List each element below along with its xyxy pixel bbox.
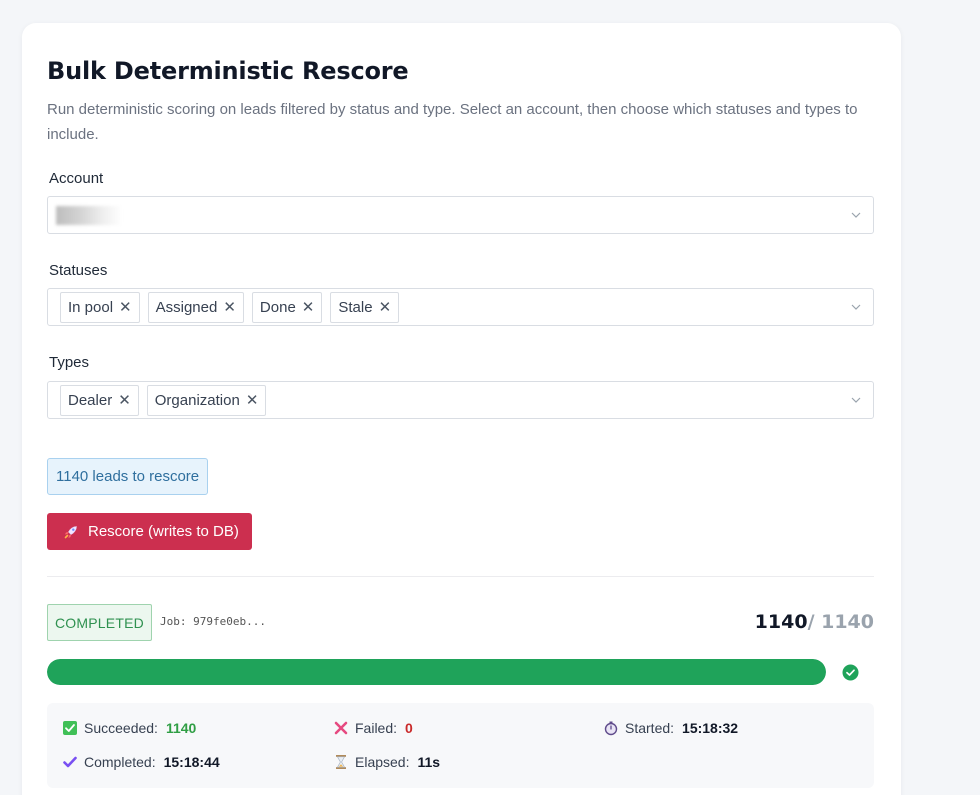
page-title: Bulk Deterministic Rescore <box>47 57 409 85</box>
stat-succeeded-value: 1140 <box>165 720 197 736</box>
account-value-redacted <box>56 206 122 225</box>
type-chip-organization: Organization ✕ <box>146 385 267 416</box>
chip-label: Stale <box>338 299 373 316</box>
remove-chip-icon[interactable]: ✕ <box>119 300 132 315</box>
chevron-down-icon <box>851 212 861 218</box>
stat-failed: Failed: 0 <box>333 720 413 736</box>
stat-completed-label: Completed: <box>84 754 156 770</box>
stat-succeeded-label: Succeeded: <box>84 720 158 736</box>
stat-started: Started: 15:18:32 <box>603 720 738 736</box>
rescore-card: Bulk Deterministic Rescore Run determini… <box>22 23 901 795</box>
status-chip-stale: Stale ✕ <box>330 292 400 323</box>
remove-chip-icon[interactable]: ✕ <box>246 393 259 408</box>
stat-completed-value: 15:18:44 <box>163 754 220 770</box>
chip-label: Done <box>259 299 296 316</box>
status-chip-assigned: Assigned ✕ <box>147 292 244 323</box>
types-label: Types <box>49 354 90 371</box>
rescore-button-label: Rescore (writes to DB) <box>88 523 239 540</box>
cross-mark-icon <box>334 721 348 735</box>
chip-label: Dealer <box>68 392 113 409</box>
chip-label: In pool <box>68 299 114 316</box>
section-divider <box>47 576 874 577</box>
stat-started-label: Started: <box>625 720 675 736</box>
job-id: Job: 979fe0eb... <box>160 615 266 628</box>
statuses-multiselect[interactable]: In pool ✕ Assigned ✕ Done ✕ Stale ✕ <box>47 288 874 326</box>
stat-failed-label: Failed: <box>355 720 398 736</box>
leads-count-badge: 1140 leads to rescore <box>47 458 209 495</box>
progress-total: / 1140 <box>807 611 874 633</box>
progress-bar <box>47 659 826 685</box>
remove-chip-icon[interactable]: ✕ <box>379 300 392 315</box>
chip-label: Assigned <box>155 299 218 316</box>
status-chip-done: Done ✕ <box>251 292 323 323</box>
chip-label: Organization <box>154 392 240 409</box>
statuses-label: Statuses <box>49 262 108 279</box>
check-box-icon <box>63 721 77 735</box>
leads-count-text: 1140 leads to rescore <box>56 468 200 485</box>
job-stats-panel: Succeeded: 1140 Failed: 0 Started: 15:18… <box>47 703 874 788</box>
progress-processed: 1140 <box>754 611 808 633</box>
remove-chip-icon[interactable]: ✕ <box>302 300 315 315</box>
stopwatch-icon <box>604 721 618 736</box>
types-multiselect[interactable]: Dealer ✕ Organization ✕ <box>47 381 874 419</box>
remove-chip-icon[interactable]: ✕ <box>118 393 131 408</box>
heavy-check-icon <box>63 756 77 768</box>
stat-started-value: 15:18:32 <box>682 720 739 736</box>
progress-bar-fill <box>47 659 826 685</box>
status-chip-in-pool: In pool ✕ <box>60 292 140 323</box>
stat-elapsed-value: 11s <box>417 754 441 770</box>
account-label: Account <box>49 170 104 187</box>
stat-completed: Completed: 15:18:44 <box>62 754 220 770</box>
job-status-badge: COMPLETED <box>47 604 152 641</box>
check-circle-icon <box>842 664 859 681</box>
stat-failed-value: 0 <box>405 720 413 736</box>
remove-chip-icon[interactable]: ✕ <box>223 300 236 315</box>
chevron-down-icon <box>851 304 861 310</box>
stat-succeeded: Succeeded: 1140 <box>62 720 196 736</box>
stat-elapsed-label: Elapsed: <box>355 754 410 770</box>
chevron-down-icon <box>851 397 861 403</box>
rescore-button[interactable]: Rescore (writes to DB) <box>47 513 252 550</box>
account-select[interactable] <box>47 196 874 234</box>
hourglass-icon <box>336 755 346 769</box>
stat-elapsed: Elapsed: 11s <box>333 754 440 770</box>
page-subtitle: Run deterministic scoring on leads filte… <box>47 101 858 143</box>
job-status-text: COMPLETED <box>55 614 144 631</box>
progress-count: 1140/ 1140 <box>755 611 874 633</box>
type-chip-dealer: Dealer ✕ <box>60 385 139 416</box>
rocket-icon <box>64 525 77 538</box>
